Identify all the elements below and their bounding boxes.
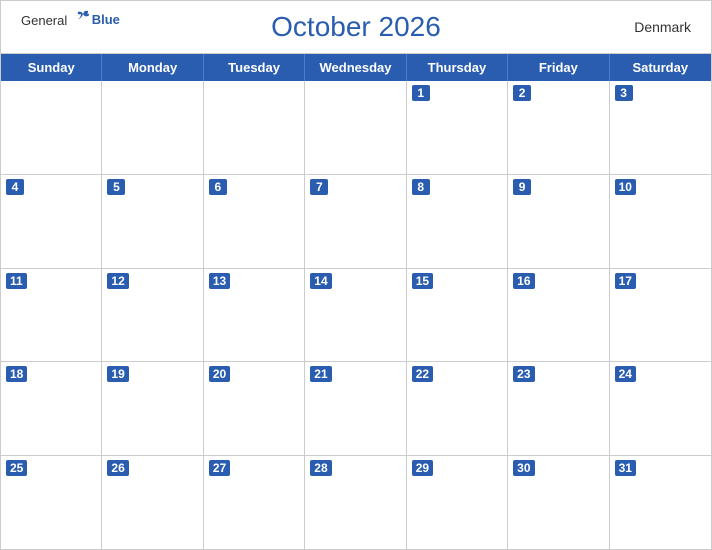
day-cell-24: 24 (610, 362, 711, 455)
day-header-wednesday: Wednesday (305, 54, 406, 81)
day-cell-13: 13 (204, 269, 305, 362)
day-number-31: 31 (615, 460, 636, 476)
day-cell-30: 30 (508, 456, 609, 549)
day-cell-31: 31 (610, 456, 711, 549)
logo-blue-text: Blue (92, 12, 120, 27)
day-number-12: 12 (107, 273, 128, 289)
day-cell-18: 18 (1, 362, 102, 455)
week-row-4: 18 19 20 21 22 23 24 (1, 362, 711, 456)
day-cell-1: 1 (407, 81, 508, 174)
day-cell-8: 8 (407, 175, 508, 268)
day-header-saturday: Saturday (610, 54, 711, 81)
day-header-tuesday: Tuesday (204, 54, 305, 81)
day-number-14: 14 (310, 273, 331, 289)
day-number-28: 28 (310, 460, 331, 476)
month-title: October 2026 (271, 11, 441, 43)
day-number-16: 16 (513, 273, 534, 289)
day-cell-26: 26 (102, 456, 203, 549)
day-cell-23: 23 (508, 362, 609, 455)
day-cell-27: 27 (204, 456, 305, 549)
day-cell-21: 21 (305, 362, 406, 455)
day-number-24: 24 (615, 366, 636, 382)
day-number-3: 3 (615, 85, 633, 101)
day-number-26: 26 (107, 460, 128, 476)
day-cell-10: 10 (610, 175, 711, 268)
day-cell-4: 4 (1, 175, 102, 268)
day-number-11: 11 (6, 273, 27, 289)
day-number-1: 1 (412, 85, 430, 101)
day-number-25: 25 (6, 460, 27, 476)
weeks-container: 1234567891011121314151617181920212223242… (1, 81, 711, 549)
country-label: Denmark (634, 19, 691, 35)
day-header-friday: Friday (508, 54, 609, 81)
day-cell-7: 7 (305, 175, 406, 268)
day-number-30: 30 (513, 460, 534, 476)
day-cell-15: 15 (407, 269, 508, 362)
day-number-15: 15 (412, 273, 433, 289)
day-cell-19: 19 (102, 362, 203, 455)
day-number-18: 18 (6, 366, 27, 382)
day-cell-11: 11 (1, 269, 102, 362)
logo: General Blue (21, 9, 120, 30)
day-header-monday: Monday (102, 54, 203, 81)
day-number-2: 2 (513, 85, 531, 101)
day-number-22: 22 (412, 366, 433, 382)
day-cell-16: 16 (508, 269, 609, 362)
day-cell-12: 12 (102, 269, 203, 362)
calendar-grid: SundayMondayTuesdayWednesdayThursdayFrid… (1, 53, 711, 549)
day-cell-2: 2 (508, 81, 609, 174)
day-number-27: 27 (209, 460, 230, 476)
day-number-13: 13 (209, 273, 230, 289)
day-cell-6: 6 (204, 175, 305, 268)
day-cell-empty (102, 81, 203, 174)
day-number-19: 19 (107, 366, 128, 382)
day-cell-3: 3 (610, 81, 711, 174)
day-cell-empty (204, 81, 305, 174)
logo-bird-icon (74, 9, 90, 25)
day-number-17: 17 (615, 273, 636, 289)
day-number-8: 8 (412, 179, 430, 195)
day-number-23: 23 (513, 366, 534, 382)
day-header-sunday: Sunday (1, 54, 102, 81)
day-number-7: 7 (310, 179, 328, 195)
day-number-29: 29 (412, 460, 433, 476)
week-row-3: 11 12 13 14 15 16 17 (1, 269, 711, 363)
day-header-thursday: Thursday (407, 54, 508, 81)
day-number-21: 21 (310, 366, 331, 382)
day-cell-20: 20 (204, 362, 305, 455)
day-number-5: 5 (107, 179, 125, 195)
day-cell-9: 9 (508, 175, 609, 268)
day-number-10: 10 (615, 179, 636, 195)
calendar-header: General Blue October 2026 Denmark (1, 1, 711, 53)
day-number-20: 20 (209, 366, 230, 382)
week-row-2: 4 5 6 7 8 9 10 (1, 175, 711, 269)
day-number-9: 9 (513, 179, 531, 195)
day-headers-row: SundayMondayTuesdayWednesdayThursdayFrid… (1, 54, 711, 81)
week-row-5: 25 26 27 28 29 30 31 (1, 456, 711, 549)
logo-general-text: General (21, 13, 67, 28)
calendar-container: General Blue October 2026 Denmark Sunday… (0, 0, 712, 550)
day-cell-14: 14 (305, 269, 406, 362)
day-cell-28: 28 (305, 456, 406, 549)
day-cell-17: 17 (610, 269, 711, 362)
day-cell-5: 5 (102, 175, 203, 268)
day-cell-empty (305, 81, 406, 174)
day-cell-empty (1, 81, 102, 174)
day-cell-22: 22 (407, 362, 508, 455)
day-number-4: 4 (6, 179, 24, 195)
day-cell-25: 25 (1, 456, 102, 549)
day-cell-29: 29 (407, 456, 508, 549)
week-row-1: 1 2 3 (1, 81, 711, 175)
day-number-6: 6 (209, 179, 227, 195)
